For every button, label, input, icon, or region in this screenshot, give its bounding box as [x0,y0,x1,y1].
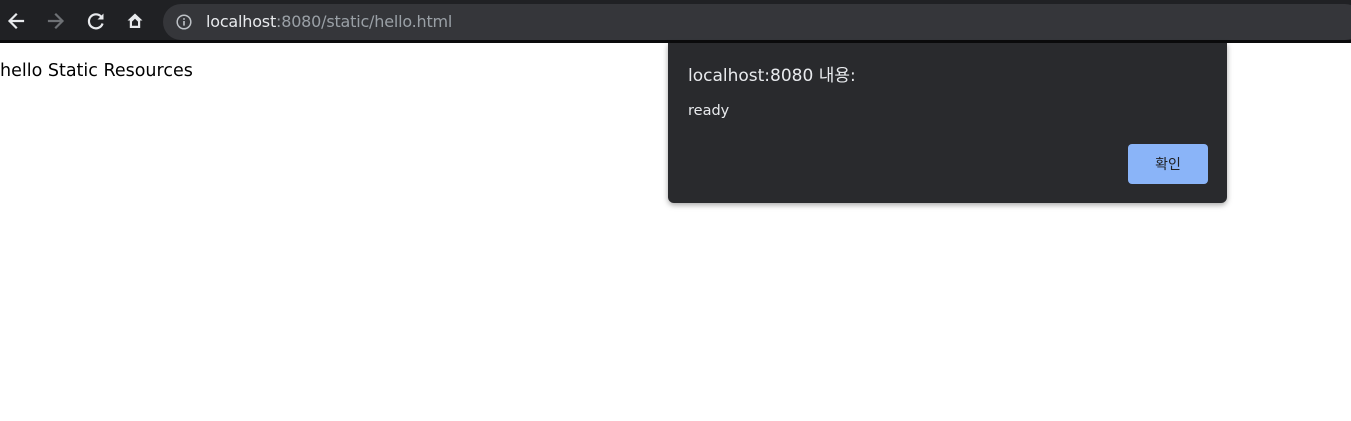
ok-button[interactable]: 확인 [1128,144,1208,184]
info-icon[interactable] [176,14,192,30]
dialog-title: localhost:8080 내용: [688,66,856,86]
arrow-right-icon [47,12,65,30]
dialog-message: ready [688,103,730,119]
reload-button[interactable] [80,4,112,38]
arrow-left-icon [7,12,25,30]
home-icon [127,13,143,28]
address-url[interactable]: localhost:8080/static/hello.html [206,12,452,32]
address-host: localhost [206,12,277,31]
forward-button[interactable] [40,4,72,38]
address-bar[interactable]: localhost:8080/static/hello.html [163,4,1351,40]
reload-icon [87,13,104,30]
home-button[interactable] [119,4,151,38]
alert-dialog: localhost:8080 내용: ready 확인 [668,43,1227,203]
address-path: :8080/static/hello.html [276,12,453,31]
browser-toolbar: localhost:8080/static/hello.html [0,0,1351,42]
page-body-text: hello Static Resources [0,61,193,81]
back-button[interactable] [0,4,32,38]
